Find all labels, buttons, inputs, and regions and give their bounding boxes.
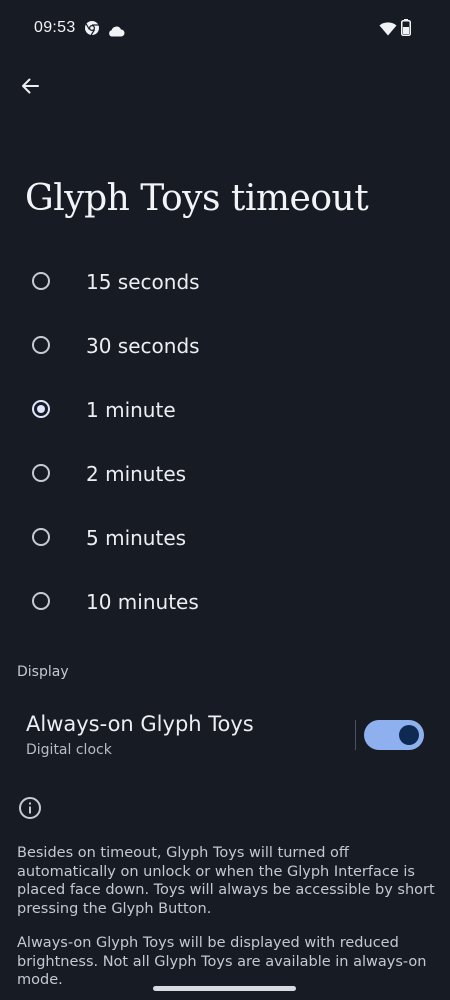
timeout-option-5-minutes[interactable]: 5 minutes [0, 507, 450, 571]
option-label: 1 minute [86, 398, 176, 422]
option-label: 30 seconds [86, 334, 200, 358]
info-icon [18, 796, 42, 820]
always-on-title: Always-on Glyph Toys [26, 712, 254, 736]
always-on-subtitle: Digital clock [26, 742, 112, 758]
status-time: 09:53 [34, 19, 76, 36]
timeout-option-2-minutes[interactable]: 2 minutes [0, 443, 450, 507]
battery-icon [401, 19, 411, 40]
always-on-toggle[interactable] [364, 720, 424, 750]
timeout-option-1-minute[interactable]: 1 minute [0, 379, 450, 443]
always-on-glyph-toys-row[interactable]: Always-on Glyph Toys Digital clock [0, 704, 450, 774]
option-label: 15 seconds [86, 270, 200, 294]
gesture-nav-handle[interactable] [153, 986, 296, 991]
radio-button[interactable] [32, 592, 50, 610]
chrome-icon [84, 20, 100, 40]
cloud-icon [107, 22, 125, 41]
option-label: 2 minutes [86, 462, 187, 486]
divider [355, 720, 356, 750]
status-bar: 09:53 [0, 0, 450, 56]
timeout-option-30-seconds[interactable]: 30 seconds [0, 315, 450, 379]
info-paragraph-1: Besides on timeout, Glyph Toys will turn… [17, 845, 435, 917]
page-title: Glyph Toys timeout [25, 178, 369, 219]
back-button[interactable] [14, 72, 46, 104]
option-label: 10 minutes [86, 590, 199, 614]
info-paragraph-2: Always-on Glyph Toys will be displayed w… [17, 935, 427, 988]
wifi-icon [379, 21, 397, 40]
section-header-display: Display [17, 664, 69, 680]
toggle-knob [399, 725, 419, 745]
timeout-option-10-minutes[interactable]: 10 minutes [0, 571, 450, 635]
option-label: 5 minutes [86, 526, 187, 550]
radio-button[interactable] [32, 272, 50, 290]
timeout-option-15-seconds[interactable]: 15 seconds [0, 251, 450, 315]
radio-button[interactable] [32, 528, 50, 546]
timeout-radio-list: 15 seconds 30 seconds 1 minute 2 minutes… [0, 251, 450, 635]
radio-button[interactable] [32, 464, 50, 482]
radio-button[interactable] [32, 336, 50, 354]
radio-button-selected[interactable] [32, 400, 50, 418]
arrow-left-icon [20, 76, 40, 100]
